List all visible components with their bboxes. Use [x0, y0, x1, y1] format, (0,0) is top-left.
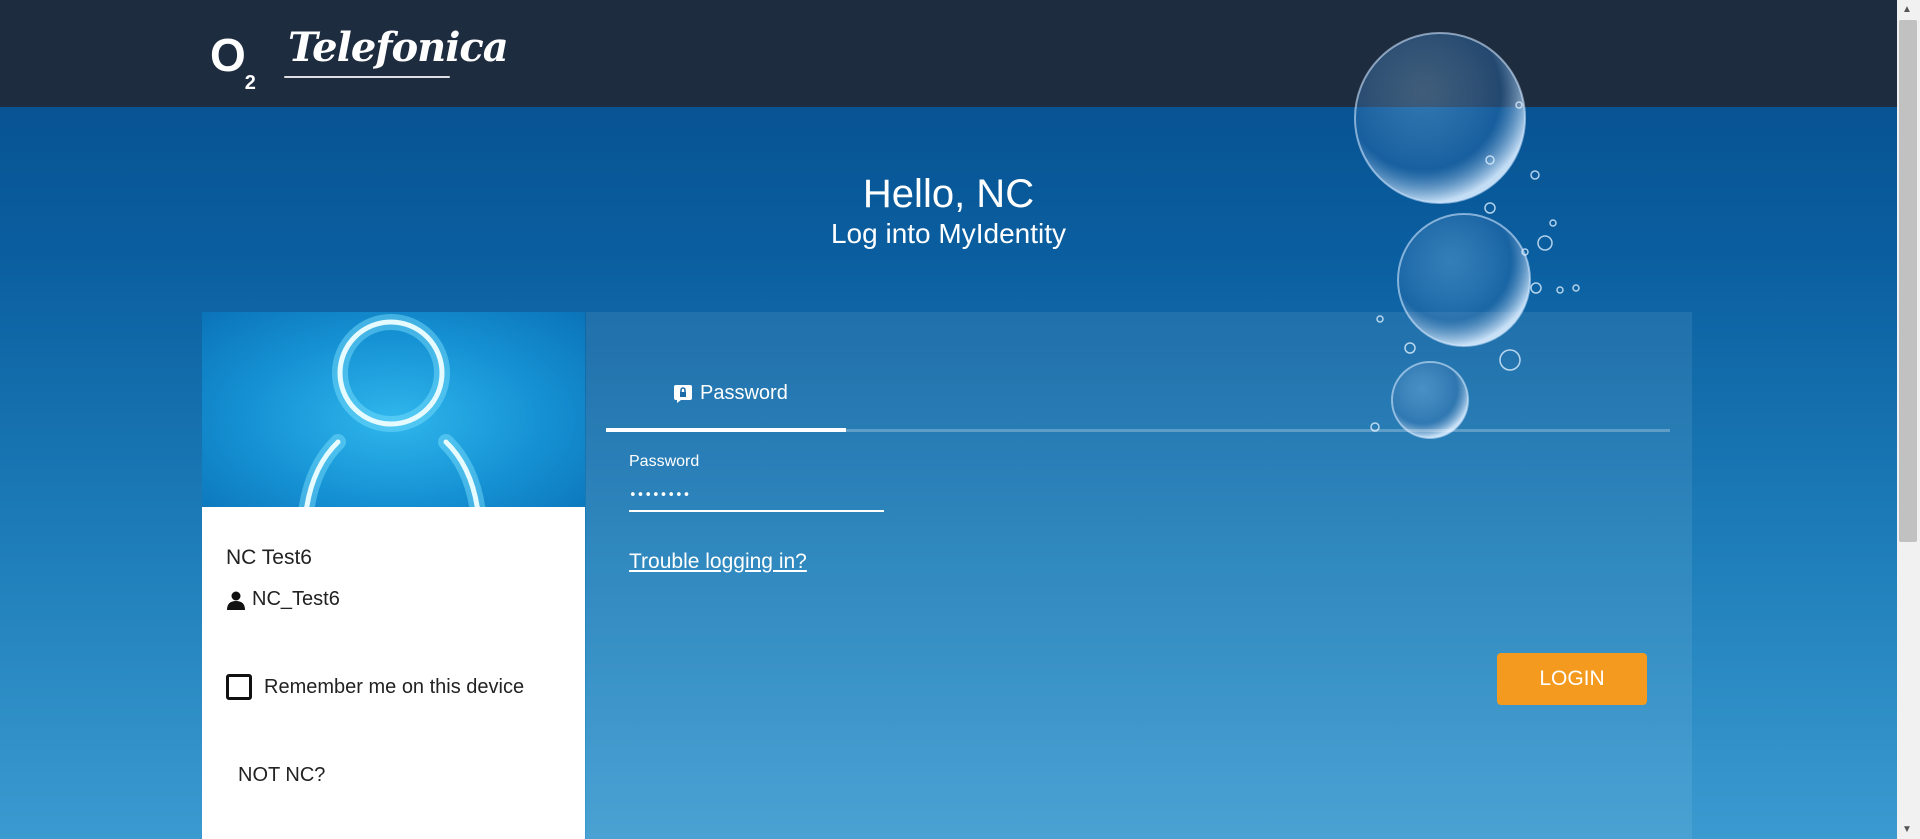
password-field[interactable]: [629, 480, 884, 512]
lock-chat-icon: [674, 384, 692, 403]
remember-me-checkbox[interactable]: [226, 674, 252, 700]
avatar-person-icon: [298, 314, 486, 507]
tab-underline-active: [606, 428, 846, 432]
tab-password-label[interactable]: Password: [700, 382, 788, 405]
telefonica-logo[interactable]: Telefonica: [288, 24, 509, 71]
scroll-down-icon[interactable]: ▼: [1902, 824, 1912, 835]
page-subtitle: Log into MyIdentity: [830, 218, 1067, 249]
login-button[interactable]: LOGIN: [1497, 653, 1647, 705]
top-bar: O2 Telefonica: [0, 0, 1897, 107]
remember-me-label[interactable]: Remember me on this device: [264, 676, 524, 699]
display-name: NC Test6: [226, 546, 312, 569]
username-row: NC_Test6: [226, 588, 340, 611]
username: NC_Test6: [252, 588, 340, 610]
o2-logo[interactable]: O2: [210, 28, 256, 94]
logo-underline: [284, 76, 450, 78]
login-panel: Password Password Trouble logging in? LO…: [586, 312, 1692, 839]
remember-me-option[interactable]: Remember me on this device: [226, 674, 524, 700]
profile-card: NC Test6 NC_Test6 Remember me on this de…: [202, 312, 585, 839]
greeting-heading: Hello, NC: [862, 172, 1035, 216]
not-user-link[interactable]: NOT NC?: [238, 764, 325, 787]
avatar: [202, 312, 585, 507]
page-scrollbar[interactable]: ▲ ▼: [1897, 0, 1920, 839]
person-icon: [227, 591, 245, 610]
password-field-label: Password: [629, 453, 700, 470]
trouble-logging-in-link[interactable]: Trouble logging in?: [629, 550, 807, 574]
tab-password[interactable]: Password: [674, 382, 788, 405]
scroll-up-icon[interactable]: ▲: [1902, 4, 1912, 15]
scrollbar-thumb[interactable]: [1899, 20, 1917, 542]
